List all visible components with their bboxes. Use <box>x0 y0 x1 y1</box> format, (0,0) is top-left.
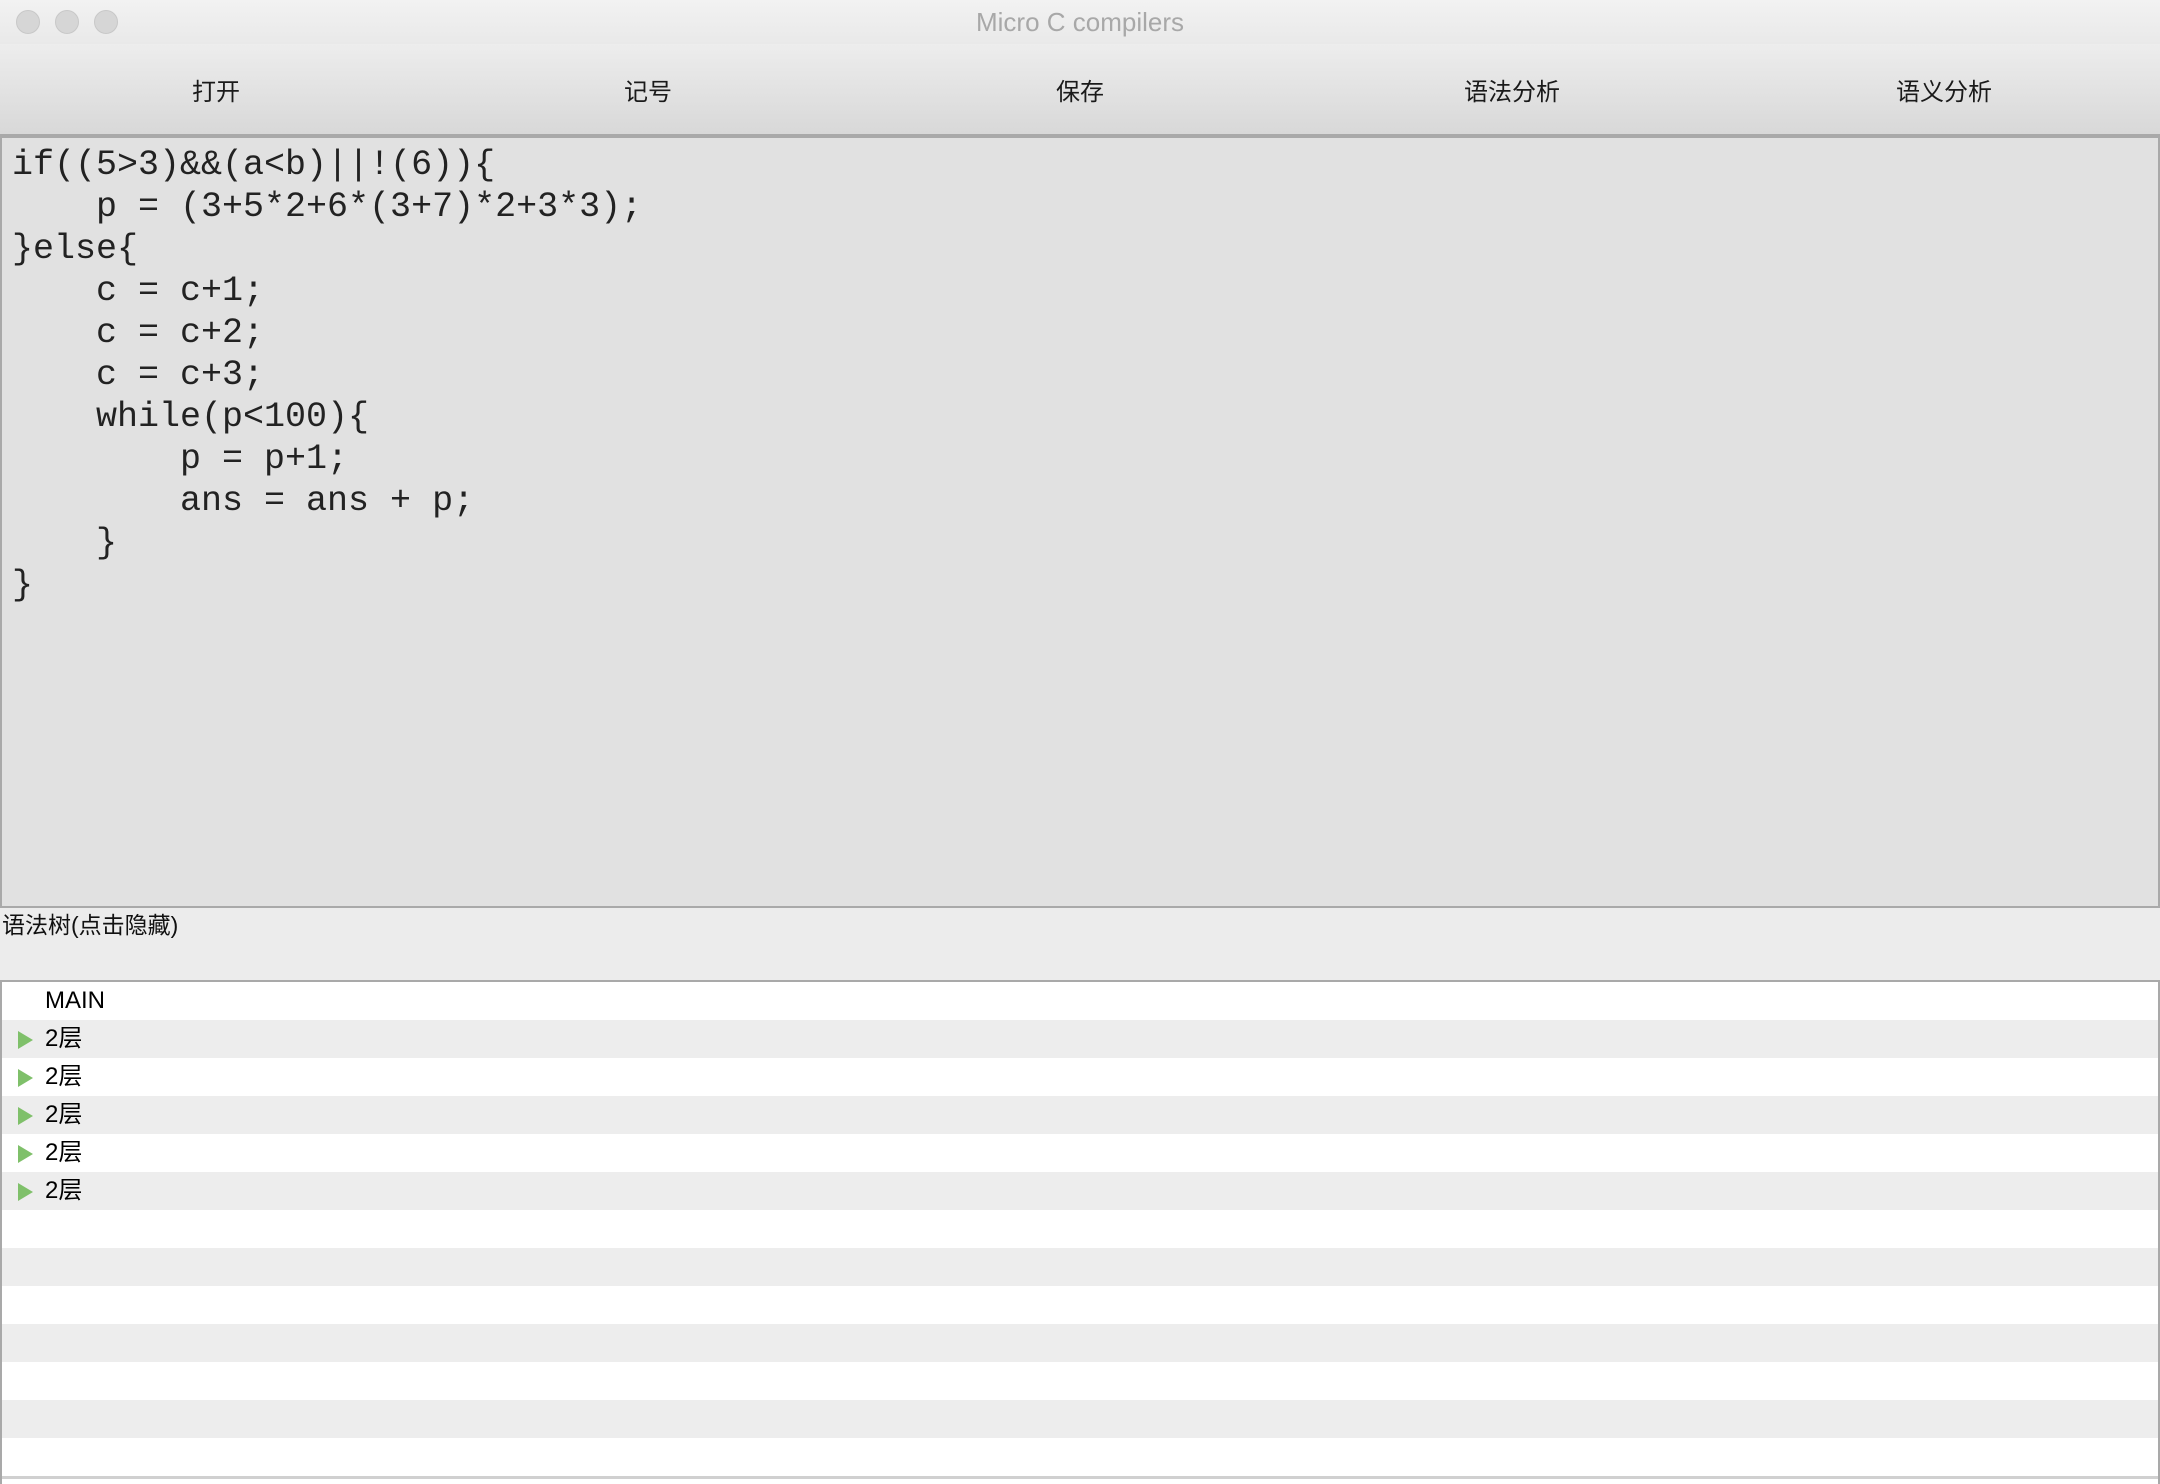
syntax-analysis-button[interactable]: 语法分析 <box>1296 44 1728 134</box>
expand-triangle-icon[interactable] <box>18 1145 33 1163</box>
tree-empty-row <box>2 1248 2158 1286</box>
tree-empty-row <box>2 1286 2158 1324</box>
tree-node-label: 2层 <box>45 1025 83 1052</box>
expand-triangle-icon[interactable] <box>18 1069 33 1087</box>
tree-empty-row <box>2 1324 2158 1362</box>
tree-root-row[interactable]: MAIN <box>2 982 2158 1020</box>
tree-empty-row <box>2 1210 2158 1248</box>
syntax-tree-toggle-label[interactable]: 语法树(点击隐藏) <box>2 908 178 942</box>
window-title: Micro C compilers <box>975 7 1185 37</box>
tree-node-row[interactable]: 2层 <box>2 1096 2158 1134</box>
tree-node-label: 2层 <box>45 1101 83 1128</box>
tree-empty-row <box>2 1476 2158 1484</box>
app-window: Micro C compilers 打开 记号 保存 语法分析 语义分析 if(… <box>0 0 2160 1484</box>
expand-triangle-icon[interactable] <box>18 1107 33 1125</box>
tree-empty-row <box>2 1438 2158 1476</box>
save-button[interactable]: 保存 <box>864 44 1296 134</box>
semantic-analysis-button[interactable]: 语义分析 <box>1728 44 2160 134</box>
tree-node-label: 2层 <box>45 1063 83 1090</box>
tree-empty-row <box>2 1400 2158 1438</box>
title-bar[interactable]: Micro C compilers <box>0 0 2160 45</box>
tree-node-label: 2层 <box>45 1139 83 1166</box>
tree-node-row[interactable]: 2层 <box>2 1172 2158 1210</box>
tree-empty-row <box>2 1362 2158 1400</box>
expand-triangle-icon[interactable] <box>18 1183 33 1201</box>
tree-node-row[interactable]: 2层 <box>2 1134 2158 1172</box>
tree-node-row[interactable]: 2层 <box>2 1058 2158 1096</box>
toolbar: 打开 记号 保存 语法分析 语义分析 <box>0 44 2160 136</box>
syntax-tree: MAIN 2层 2层 2层 2层 2层 <box>0 980 2160 1484</box>
source-code[interactable]: if((5>3)&&(a<b)||!(6)){ p = (3+5*2+6*(3+… <box>12 144 2148 606</box>
tree-node-row[interactable]: 2层 <box>2 1020 2158 1058</box>
code-editor[interactable]: if((5>3)&&(a<b)||!(6)){ p = (3+5*2+6*(3+… <box>0 136 2160 908</box>
open-button[interactable]: 打开 <box>0 44 432 134</box>
tree-node-label: 2层 <box>45 1177 83 1204</box>
token-button[interactable]: 记号 <box>432 44 864 134</box>
tree-root-label: MAIN <box>45 987 105 1014</box>
expand-triangle-icon[interactable] <box>18 1031 33 1049</box>
